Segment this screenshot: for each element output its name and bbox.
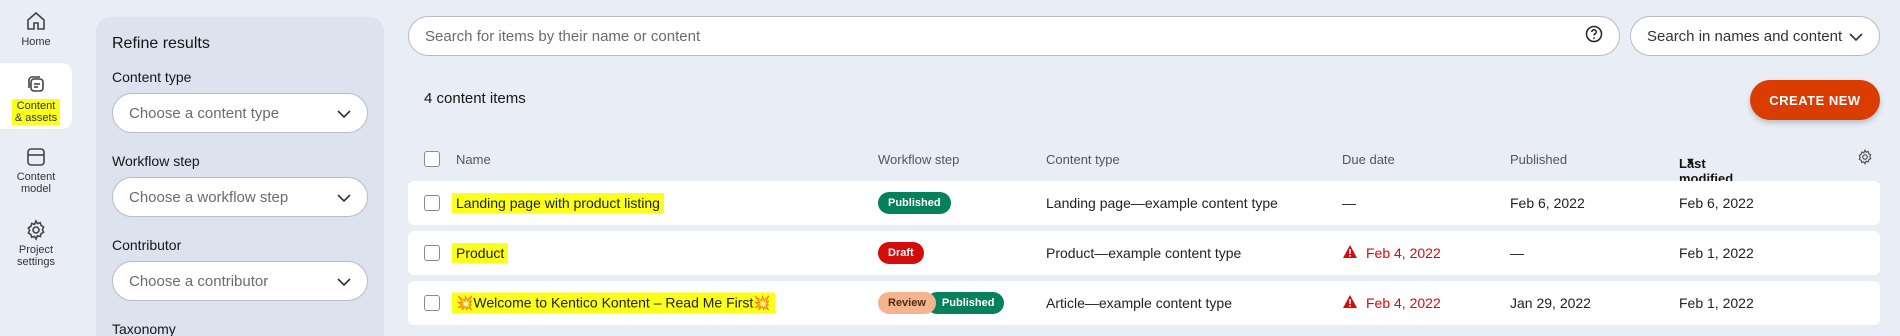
- column-published[interactable]: Published: [1510, 152, 1567, 167]
- content-type-cell: Landing page—example content type: [1046, 195, 1278, 211]
- item-name[interactable]: Product: [452, 243, 509, 263]
- nav-item-content-assets[interactable]: Content & assets: [0, 63, 72, 129]
- column-name[interactable]: Name: [456, 152, 491, 167]
- chevron-down-icon: [337, 105, 351, 122]
- status-badge-review: Review: [878, 292, 936, 314]
- create-new-button[interactable]: CREATE NEW: [1750, 80, 1880, 120]
- last-modified-cell: Feb 1, 2022: [1679, 295, 1754, 311]
- contributor-select[interactable]: Choose a contributor: [112, 261, 368, 301]
- content-type-cell: Product—example content type: [1046, 245, 1242, 261]
- items-count: 4 content items: [424, 90, 526, 107]
- status-badge-published: Published: [925, 292, 1005, 314]
- nav-label-content-model: Content model: [16, 171, 56, 195]
- search-scope-select[interactable]: Search in names and content: [1630, 16, 1880, 56]
- nav-item-content-model[interactable]: Content model: [0, 145, 72, 195]
- due-date-cell: Feb 4, 2022: [1342, 294, 1441, 312]
- column-due-date[interactable]: Due date: [1342, 152, 1395, 167]
- search-scope-value: Search in names and content: [1647, 27, 1843, 45]
- due-date-text: Feb 4, 2022: [1366, 295, 1441, 311]
- table-row[interactable]: 💥Welcome to Kentico Kontent – Read Me Fi…: [408, 281, 1880, 325]
- chevron-down-icon: [337, 189, 351, 206]
- nav-item-project-settings[interactable]: Project settings: [0, 218, 72, 268]
- due-date-cell: Feb 4, 2022: [1342, 244, 1441, 262]
- taxonomy-label: Taxonomy: [112, 321, 176, 336]
- workflow-step-select[interactable]: Choose a workflow step: [112, 177, 368, 217]
- content-assets-icon: [23, 71, 49, 97]
- help-icon[interactable]: [1585, 25, 1603, 47]
- published-cell: —: [1510, 245, 1524, 261]
- filter-panel: Refine results Content type Choose a con…: [96, 17, 384, 336]
- workflow-step-placeholder: Choose a workflow step: [129, 188, 289, 206]
- last-modified-cell: Feb 6, 2022: [1679, 195, 1754, 211]
- gear-icon: [23, 218, 49, 242]
- nav-label-home: Home: [21, 36, 51, 48]
- item-name[interactable]: Landing page with product listing: [452, 193, 664, 213]
- item-name[interactable]: 💥Welcome to Kentico Kontent – Read Me Fi…: [452, 292, 775, 314]
- home-icon: [23, 8, 49, 34]
- table-header: Name Workflow step Content type Due date…: [408, 148, 1880, 186]
- workflow-cell: Review Published: [878, 292, 1005, 314]
- status-badge: Draft: [878, 242, 924, 264]
- column-content-type[interactable]: Content type: [1046, 152, 1120, 167]
- row-checkbox[interactable]: [424, 295, 440, 311]
- column-settings-icon[interactable]: [1856, 148, 1874, 169]
- content-type-placeholder: Choose a content type: [129, 104, 280, 122]
- row-checkbox[interactable]: [424, 195, 440, 211]
- warning-icon: [1342, 244, 1358, 262]
- table-row[interactable]: Landing page with product listing Publis…: [408, 181, 1880, 225]
- published-cell: Feb 6, 2022: [1510, 195, 1585, 211]
- search-placeholder: Search for items by their name or conten…: [425, 27, 701, 45]
- content-model-icon: [23, 145, 49, 169]
- due-date-cell: —: [1342, 195, 1356, 211]
- content-type-label: Content type: [112, 69, 192, 85]
- status-badge: Published: [878, 192, 951, 214]
- published-cell: Jan 29, 2022: [1510, 295, 1591, 311]
- warning-icon: [1342, 294, 1358, 312]
- content-type-cell: Article—example content type: [1046, 295, 1232, 311]
- table-row[interactable]: Product Draft Product—example content ty…: [408, 231, 1880, 275]
- nav-item-home[interactable]: Home: [0, 8, 72, 52]
- nav-label-content-assets: Content & assets: [11, 99, 61, 125]
- last-modified-cell: Feb 1, 2022: [1679, 245, 1754, 261]
- search-input[interactable]: Search for items by their name or conten…: [408, 16, 1620, 56]
- nav-label-project-settings: Project settings: [17, 244, 55, 268]
- workflow-step-label: Workflow step: [112, 153, 200, 169]
- chevron-down-icon: [337, 273, 351, 290]
- filter-panel-title: Refine results: [112, 35, 210, 52]
- contributor-label: Contributor: [112, 237, 182, 253]
- nav-rail: Home Content & assets Content model Proj…: [0, 0, 72, 336]
- chevron-down-icon: [1849, 28, 1863, 45]
- content-type-select[interactable]: Choose a content type: [112, 93, 368, 133]
- select-all-checkbox[interactable]: [424, 151, 440, 167]
- sort-descending-icon: ▼: [1685, 156, 1696, 168]
- column-workflow-step[interactable]: Workflow step: [878, 152, 959, 167]
- due-date-text: Feb 4, 2022: [1366, 245, 1441, 261]
- workflow-cell: Published: [878, 192, 951, 214]
- workflow-cell: Draft: [878, 242, 924, 264]
- contributor-placeholder: Choose a contributor: [129, 272, 269, 290]
- row-checkbox[interactable]: [424, 245, 440, 261]
